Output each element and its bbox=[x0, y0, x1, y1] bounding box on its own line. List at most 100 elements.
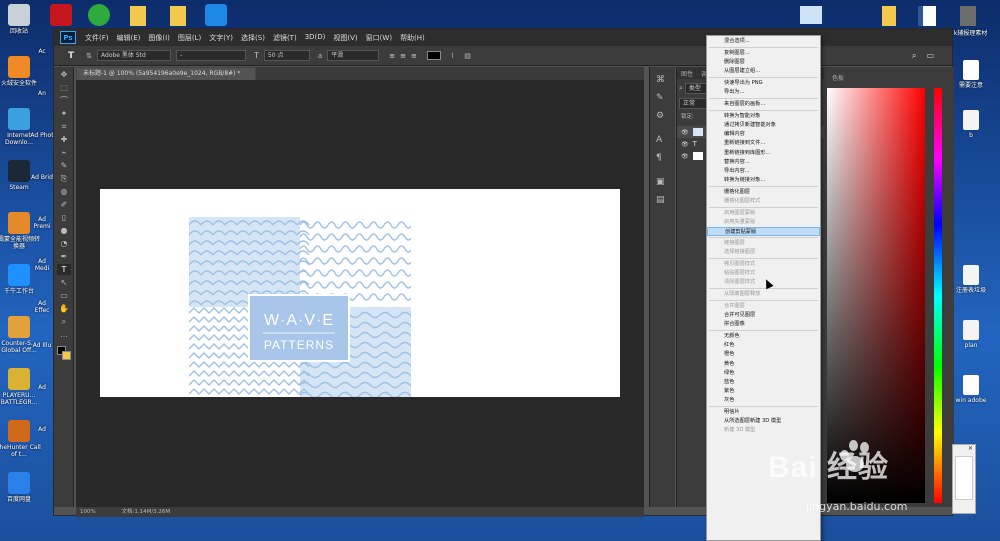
search-icon[interactable]: ⌕ bbox=[912, 51, 916, 61]
edge-browser-icon[interactable] bbox=[88, 4, 110, 26]
desktop-icon[interactable]: Internet Downlo... bbox=[0, 108, 42, 146]
workspace-icon[interactable]: ▭ bbox=[926, 51, 934, 60]
context-menu-item[interactable]: 复制图层... bbox=[707, 49, 820, 58]
align-left-icon[interactable]: ≡ bbox=[389, 52, 395, 60]
context-menu-item[interactable]: 重新链接到文件... bbox=[707, 139, 820, 148]
more-tools-icon[interactable]: … bbox=[57, 329, 71, 340]
context-menu-item[interactable]: 黄色 bbox=[707, 360, 820, 369]
context-menu-item[interactable]: 创建剪贴蒙版 bbox=[707, 226, 820, 236]
context-menu-item[interactable]: 橙色 bbox=[707, 350, 820, 359]
desktop-icon-partial[interactable]: Ac bbox=[30, 48, 54, 55]
move-tool-icon[interactable]: ✥ bbox=[57, 69, 71, 80]
pen-tool-icon[interactable]: ✒ bbox=[57, 251, 71, 262]
clone-stamp-icon[interactable]: ⎘ bbox=[57, 173, 71, 184]
screen-icon[interactable] bbox=[800, 6, 822, 24]
desktop-icon[interactable]: 需要注意 bbox=[948, 60, 994, 89]
context-menu-item[interactable]: 合并可见图层 bbox=[707, 311, 820, 320]
folder-icon[interactable] bbox=[170, 6, 186, 26]
healing-brush-icon[interactable]: ⌁ bbox=[57, 147, 71, 158]
desktop-icon-partial[interactable]: Ad Premi bbox=[30, 216, 54, 230]
text-color-swatch[interactable] bbox=[426, 51, 441, 60]
panel-tab-properties[interactable]: 图性 bbox=[677, 67, 697, 79]
context-menu-item[interactable]: 通过拷贝新建智能对象 bbox=[707, 121, 820, 130]
history-icon[interactable]: ⌘ bbox=[656, 75, 669, 85]
marquee-tool-icon[interactable]: ⬚ bbox=[57, 82, 71, 93]
desktop-icon[interactable]: 火绒安全软件 bbox=[0, 56, 42, 87]
context-menu-item[interactable]: 无颜色 bbox=[707, 332, 820, 341]
zoom-tool-icon[interactable]: ⌕ bbox=[57, 316, 71, 327]
menu-item[interactable]: 图层(L) bbox=[174, 33, 205, 43]
brush-tool-icon[interactable]: ✎ bbox=[57, 160, 71, 171]
desktop-icon-partial[interactable]: Ad bbox=[30, 426, 54, 433]
document-tab[interactable]: 未标题-1 @ 100% (5a954196a0e9e_1024, RGB/8#… bbox=[76, 67, 256, 80]
align-center-icon[interactable]: ≡ bbox=[400, 52, 406, 60]
font-family-select[interactable]: Adobe 黑体 Std bbox=[97, 50, 172, 61]
context-menu-item[interactable]: 导出内容... bbox=[707, 167, 820, 176]
folder-icon[interactable] bbox=[882, 6, 896, 26]
desktop-icon-partial[interactable]: Ad Phot bbox=[30, 132, 54, 139]
menu-item[interactable]: 文件(F) bbox=[81, 33, 113, 43]
eraser-icon[interactable]: ✐ bbox=[57, 199, 71, 210]
history-brush-icon[interactable]: ◍ bbox=[57, 186, 71, 197]
status-zoom[interactable]: 100% bbox=[80, 509, 96, 515]
crop-tool-icon[interactable]: ⌗ bbox=[57, 121, 71, 132]
menu-item[interactable]: 编辑(E) bbox=[113, 33, 145, 43]
desktop-icon-partial[interactable]: An bbox=[30, 90, 54, 97]
context-menu-item[interactable]: 紫色 bbox=[707, 387, 820, 396]
path-select-icon[interactable]: ↖ bbox=[57, 277, 71, 288]
context-menu-item[interactable]: 删除图层 bbox=[707, 58, 820, 67]
context-menu-item[interactable]: 导出为... bbox=[707, 88, 820, 97]
character-icon[interactable]: A bbox=[656, 135, 669, 145]
menu-item[interactable]: 窗口(W) bbox=[362, 33, 396, 43]
desktop-icon[interactable]: 回收站 bbox=[0, 4, 42, 35]
desktop-icon[interactable]: 注册表垃圾 bbox=[948, 265, 994, 294]
menu-item[interactable]: 视图(V) bbox=[329, 33, 361, 43]
context-menu-item[interactable]: 蓝色 bbox=[707, 378, 820, 387]
panels-toggle-icon[interactable]: ▤ bbox=[464, 52, 471, 60]
blur-tool-icon[interactable]: ● bbox=[57, 225, 71, 236]
context-menu-item[interactable]: 转换为链接对象... bbox=[707, 176, 820, 185]
desktop-icon-partial[interactable]: Ad Illu bbox=[30, 342, 54, 349]
context-menu-item[interactable]: 编辑内容 bbox=[707, 130, 820, 139]
context-menu-item[interactable]: 栅格化图层 bbox=[707, 188, 820, 197]
menu-item[interactable]: 帮助(H) bbox=[396, 33, 429, 43]
context-menu-item[interactable]: 灰色 bbox=[707, 396, 820, 405]
context-menu-item[interactable]: 拼合图像 bbox=[707, 320, 820, 329]
desktop-icon-partial[interactable]: Ad bbox=[30, 384, 54, 391]
folder-icon[interactable] bbox=[130, 6, 146, 26]
context-menu-item[interactable]: 红色 bbox=[707, 341, 820, 350]
paragraph-icon[interactable]: ¶ bbox=[656, 153, 669, 163]
libraries-icon[interactable]: ▤ bbox=[656, 195, 669, 205]
align-right-icon[interactable]: ≡ bbox=[411, 52, 417, 60]
lasso-tool-icon[interactable]: ⌒ bbox=[57, 95, 71, 106]
context-menu-item[interactable]: 快速导出为 PNG bbox=[707, 79, 820, 88]
context-menu-item[interactable]: 转换为智能对象 bbox=[707, 112, 820, 121]
type-tool-icon[interactable]: T bbox=[57, 264, 71, 275]
orientation-icon[interactable]: ⇅ bbox=[86, 52, 92, 60]
menu-item[interactable]: 图像(I) bbox=[144, 33, 174, 43]
menu-item[interactable]: 3D(D) bbox=[301, 33, 330, 43]
gradient-tool-icon[interactable]: ▯ bbox=[57, 212, 71, 223]
acrobat-icon[interactable] bbox=[50, 4, 72, 26]
visibility-eye-icon[interactable]: 👁 bbox=[681, 153, 689, 160]
color-swatches[interactable] bbox=[57, 346, 71, 360]
desktop-icon[interactable]: 百度网盘 bbox=[0, 472, 42, 503]
desktop-icon[interactable]: b bbox=[948, 110, 994, 139]
ps-logo[interactable]: Ps bbox=[60, 31, 76, 44]
context-menu-item[interactable]: 从图层建立组... bbox=[707, 67, 820, 76]
type-tool-icon[interactable]: T bbox=[68, 51, 74, 61]
context-menu-item[interactable]: 混合选项... bbox=[707, 37, 820, 46]
video-app-icon[interactable] bbox=[205, 4, 227, 26]
desktop-icon[interactable]: win adobe bbox=[948, 375, 994, 404]
hand-tool-icon[interactable]: ✋ bbox=[57, 303, 71, 314]
brush-settings-icon[interactable]: ✎ bbox=[656, 93, 669, 103]
desktop-icon-partial[interactable]: Ad Effec bbox=[30, 300, 54, 314]
context-menu-item[interactable]: 从所选图层新建 3D 模型 bbox=[707, 417, 820, 426]
context-menu-item[interactable]: 绿色 bbox=[707, 369, 820, 378]
font-style-select[interactable]: - bbox=[176, 50, 247, 61]
desktop-icon-partial[interactable]: Ad Medi bbox=[30, 258, 54, 272]
context-menu-item[interactable]: 明信片 bbox=[707, 408, 820, 417]
eyedropper-icon[interactable]: ✚ bbox=[57, 134, 71, 145]
menu-item[interactable]: 滤镜(T) bbox=[269, 33, 301, 43]
context-menu-item[interactable]: 重新链接到库图形... bbox=[707, 149, 820, 158]
